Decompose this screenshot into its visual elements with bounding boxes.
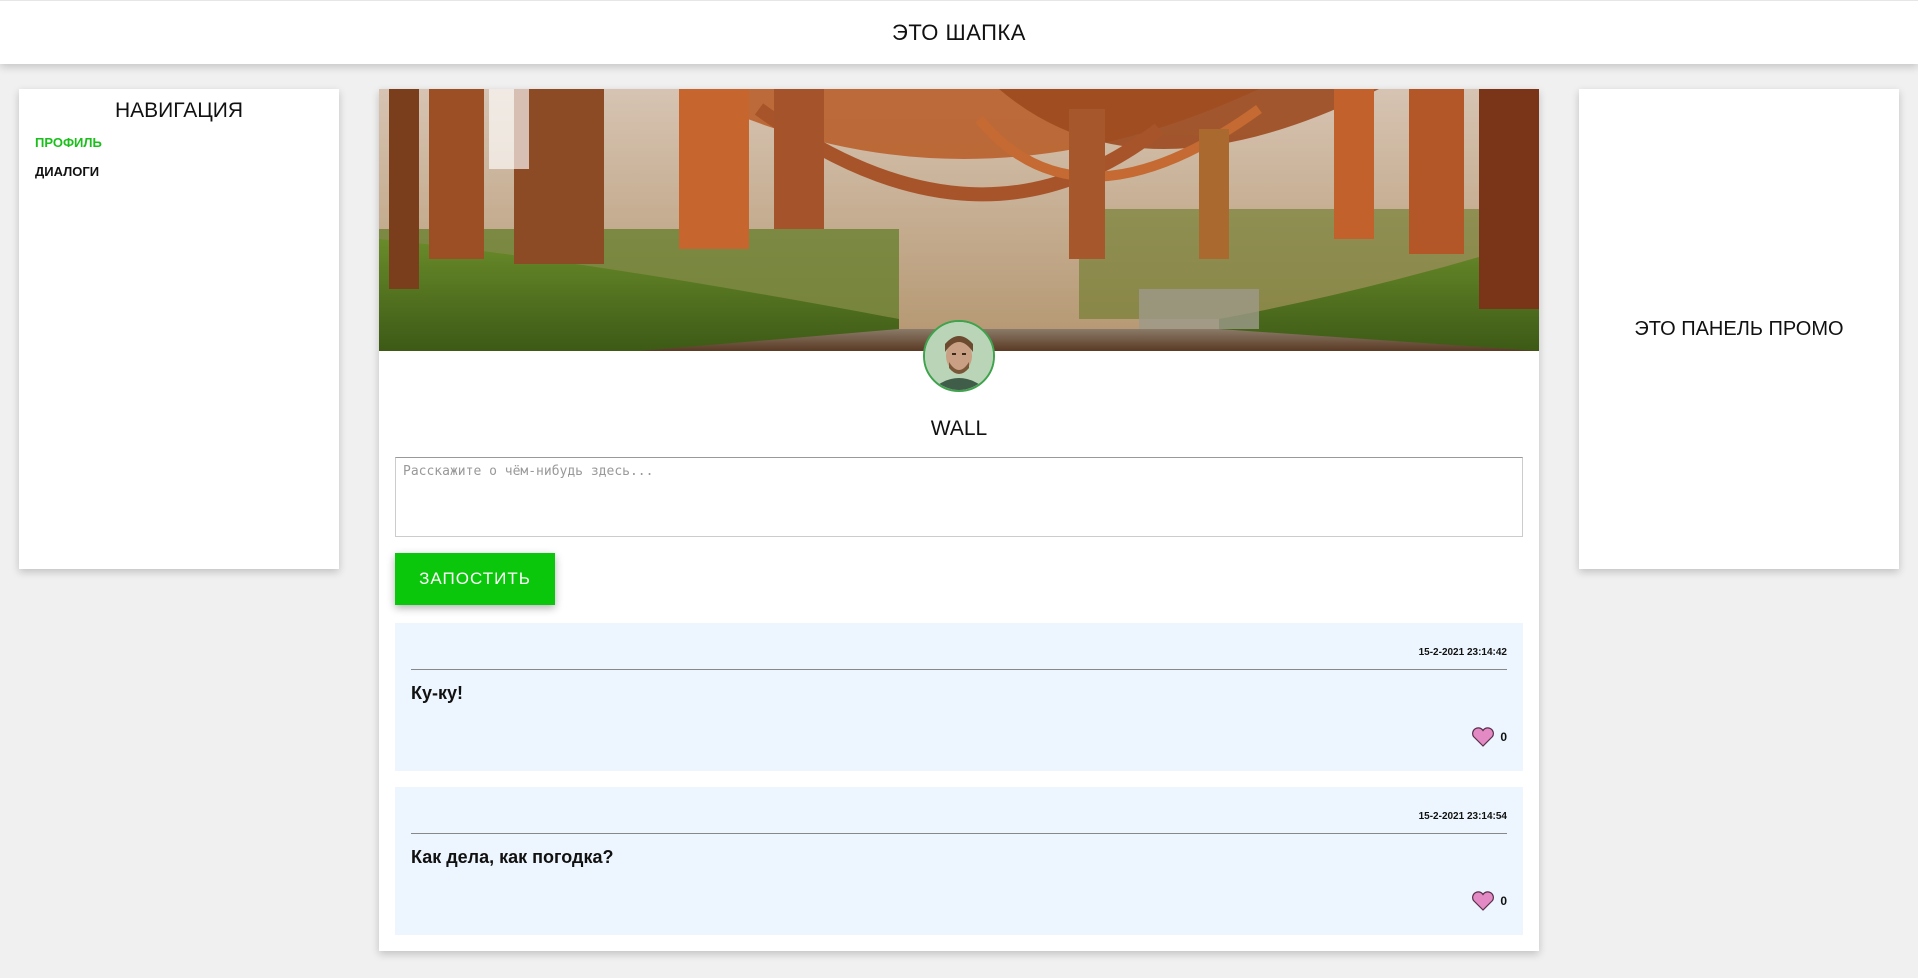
post-date: 15-2-2021 23:14:54 bbox=[1418, 811, 1507, 822]
post-text: Ку-ку! bbox=[411, 683, 464, 703]
post-likes: 0 bbox=[1471, 891, 1507, 911]
post-divider bbox=[411, 833, 1507, 834]
page-header: ЭТО ШАПКА bbox=[0, 0, 1918, 64]
wall-post: 15-2-2021 23:14:42 Ку-ку! 0 bbox=[395, 623, 1523, 771]
cover-image bbox=[379, 89, 1539, 351]
like-count: 0 bbox=[1500, 894, 1507, 908]
heart-icon[interactable] bbox=[1471, 891, 1495, 911]
header-title: ЭТО ШАПКА bbox=[892, 19, 1026, 45]
promo-panel: ЭТО ПАНЕЛЬ ПРОМО bbox=[1579, 89, 1899, 569]
post-date: 15-2-2021 23:14:42 bbox=[1418, 647, 1507, 658]
navigation-panel: НАВИГАЦИЯ ПРОФИЛЬ ДИАЛОГИ bbox=[19, 89, 339, 569]
nav-link-profile[interactable]: ПРОФИЛЬ bbox=[35, 135, 323, 150]
promo-title: ЭТО ПАНЕЛЬ ПРОМО bbox=[1634, 317, 1844, 340]
like-count: 0 bbox=[1500, 730, 1507, 744]
wall-post: 15-2-2021 23:14:54 Как дела, как погодка… bbox=[395, 787, 1523, 935]
forest-road-image bbox=[379, 89, 1539, 351]
wall-title: WALL bbox=[930, 417, 988, 440]
user-avatar-icon bbox=[925, 322, 993, 390]
nav-link-dialogs[interactable]: ДИАЛОГИ bbox=[35, 164, 323, 179]
new-post-input[interactable] bbox=[395, 457, 1523, 537]
profile-main: WALL ЗАПОСТИТЬ 15-2-2021 23:14:42 Ку-ку!… bbox=[379, 89, 1539, 951]
user-avatar[interactable] bbox=[923, 320, 995, 392]
post-button[interactable]: ЗАПОСТИТЬ bbox=[395, 553, 555, 605]
post-likes: 0 bbox=[1471, 727, 1507, 747]
heart-icon[interactable] bbox=[1471, 727, 1495, 747]
navigation-title: НАВИГАЦИЯ bbox=[114, 99, 244, 122]
post-divider bbox=[411, 669, 1507, 670]
post-text: Как дела, как погодка? bbox=[411, 847, 614, 867]
